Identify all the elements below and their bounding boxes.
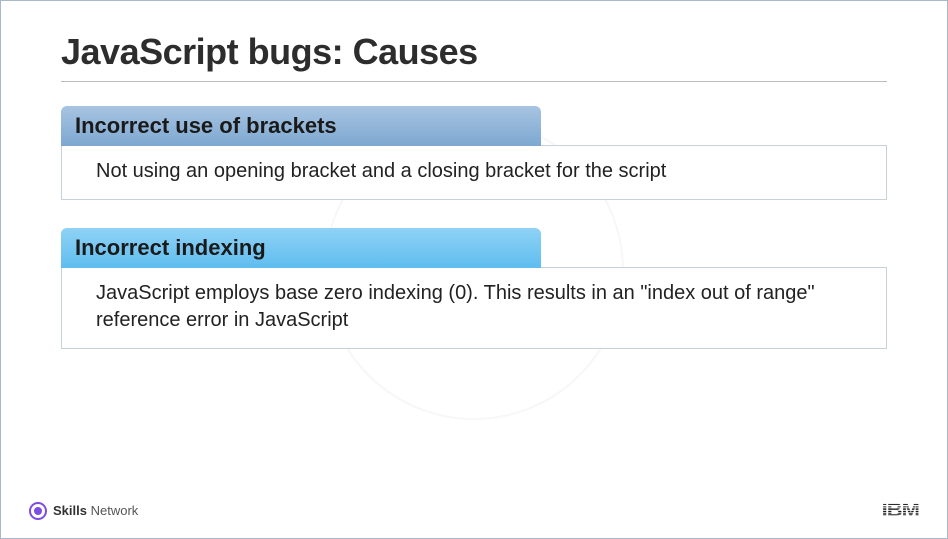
cause-body-wrap-1: Not using an opening bracket and a closi… bbox=[61, 145, 887, 200]
skills-network-icon bbox=[29, 502, 47, 520]
cause-block-1: Incorrect use of brackets Not using an o… bbox=[61, 106, 887, 200]
cause-heading-1: Incorrect use of brackets bbox=[61, 106, 541, 146]
slide-title: JavaScript bugs: Causes bbox=[61, 31, 887, 82]
slide-content: JavaScript bugs: Causes Incorrect use of… bbox=[1, 1, 947, 349]
cause-body-2: JavaScript employs base zero indexing (0… bbox=[62, 268, 886, 348]
cause-body-wrap-2: JavaScript employs base zero indexing (0… bbox=[61, 267, 887, 349]
footer: Skills Network IBM bbox=[1, 497, 947, 524]
skills-network-text: Skills Network bbox=[53, 503, 138, 518]
cause-heading-2: Incorrect indexing bbox=[61, 228, 541, 268]
cause-body-1: Not using an opening bracket and a closi… bbox=[62, 146, 886, 199]
ibm-logo: IBM bbox=[882, 499, 919, 522]
cause-block-2: Incorrect indexing JavaScript employs ba… bbox=[61, 228, 887, 349]
skills-network-logo: Skills Network bbox=[29, 502, 138, 520]
